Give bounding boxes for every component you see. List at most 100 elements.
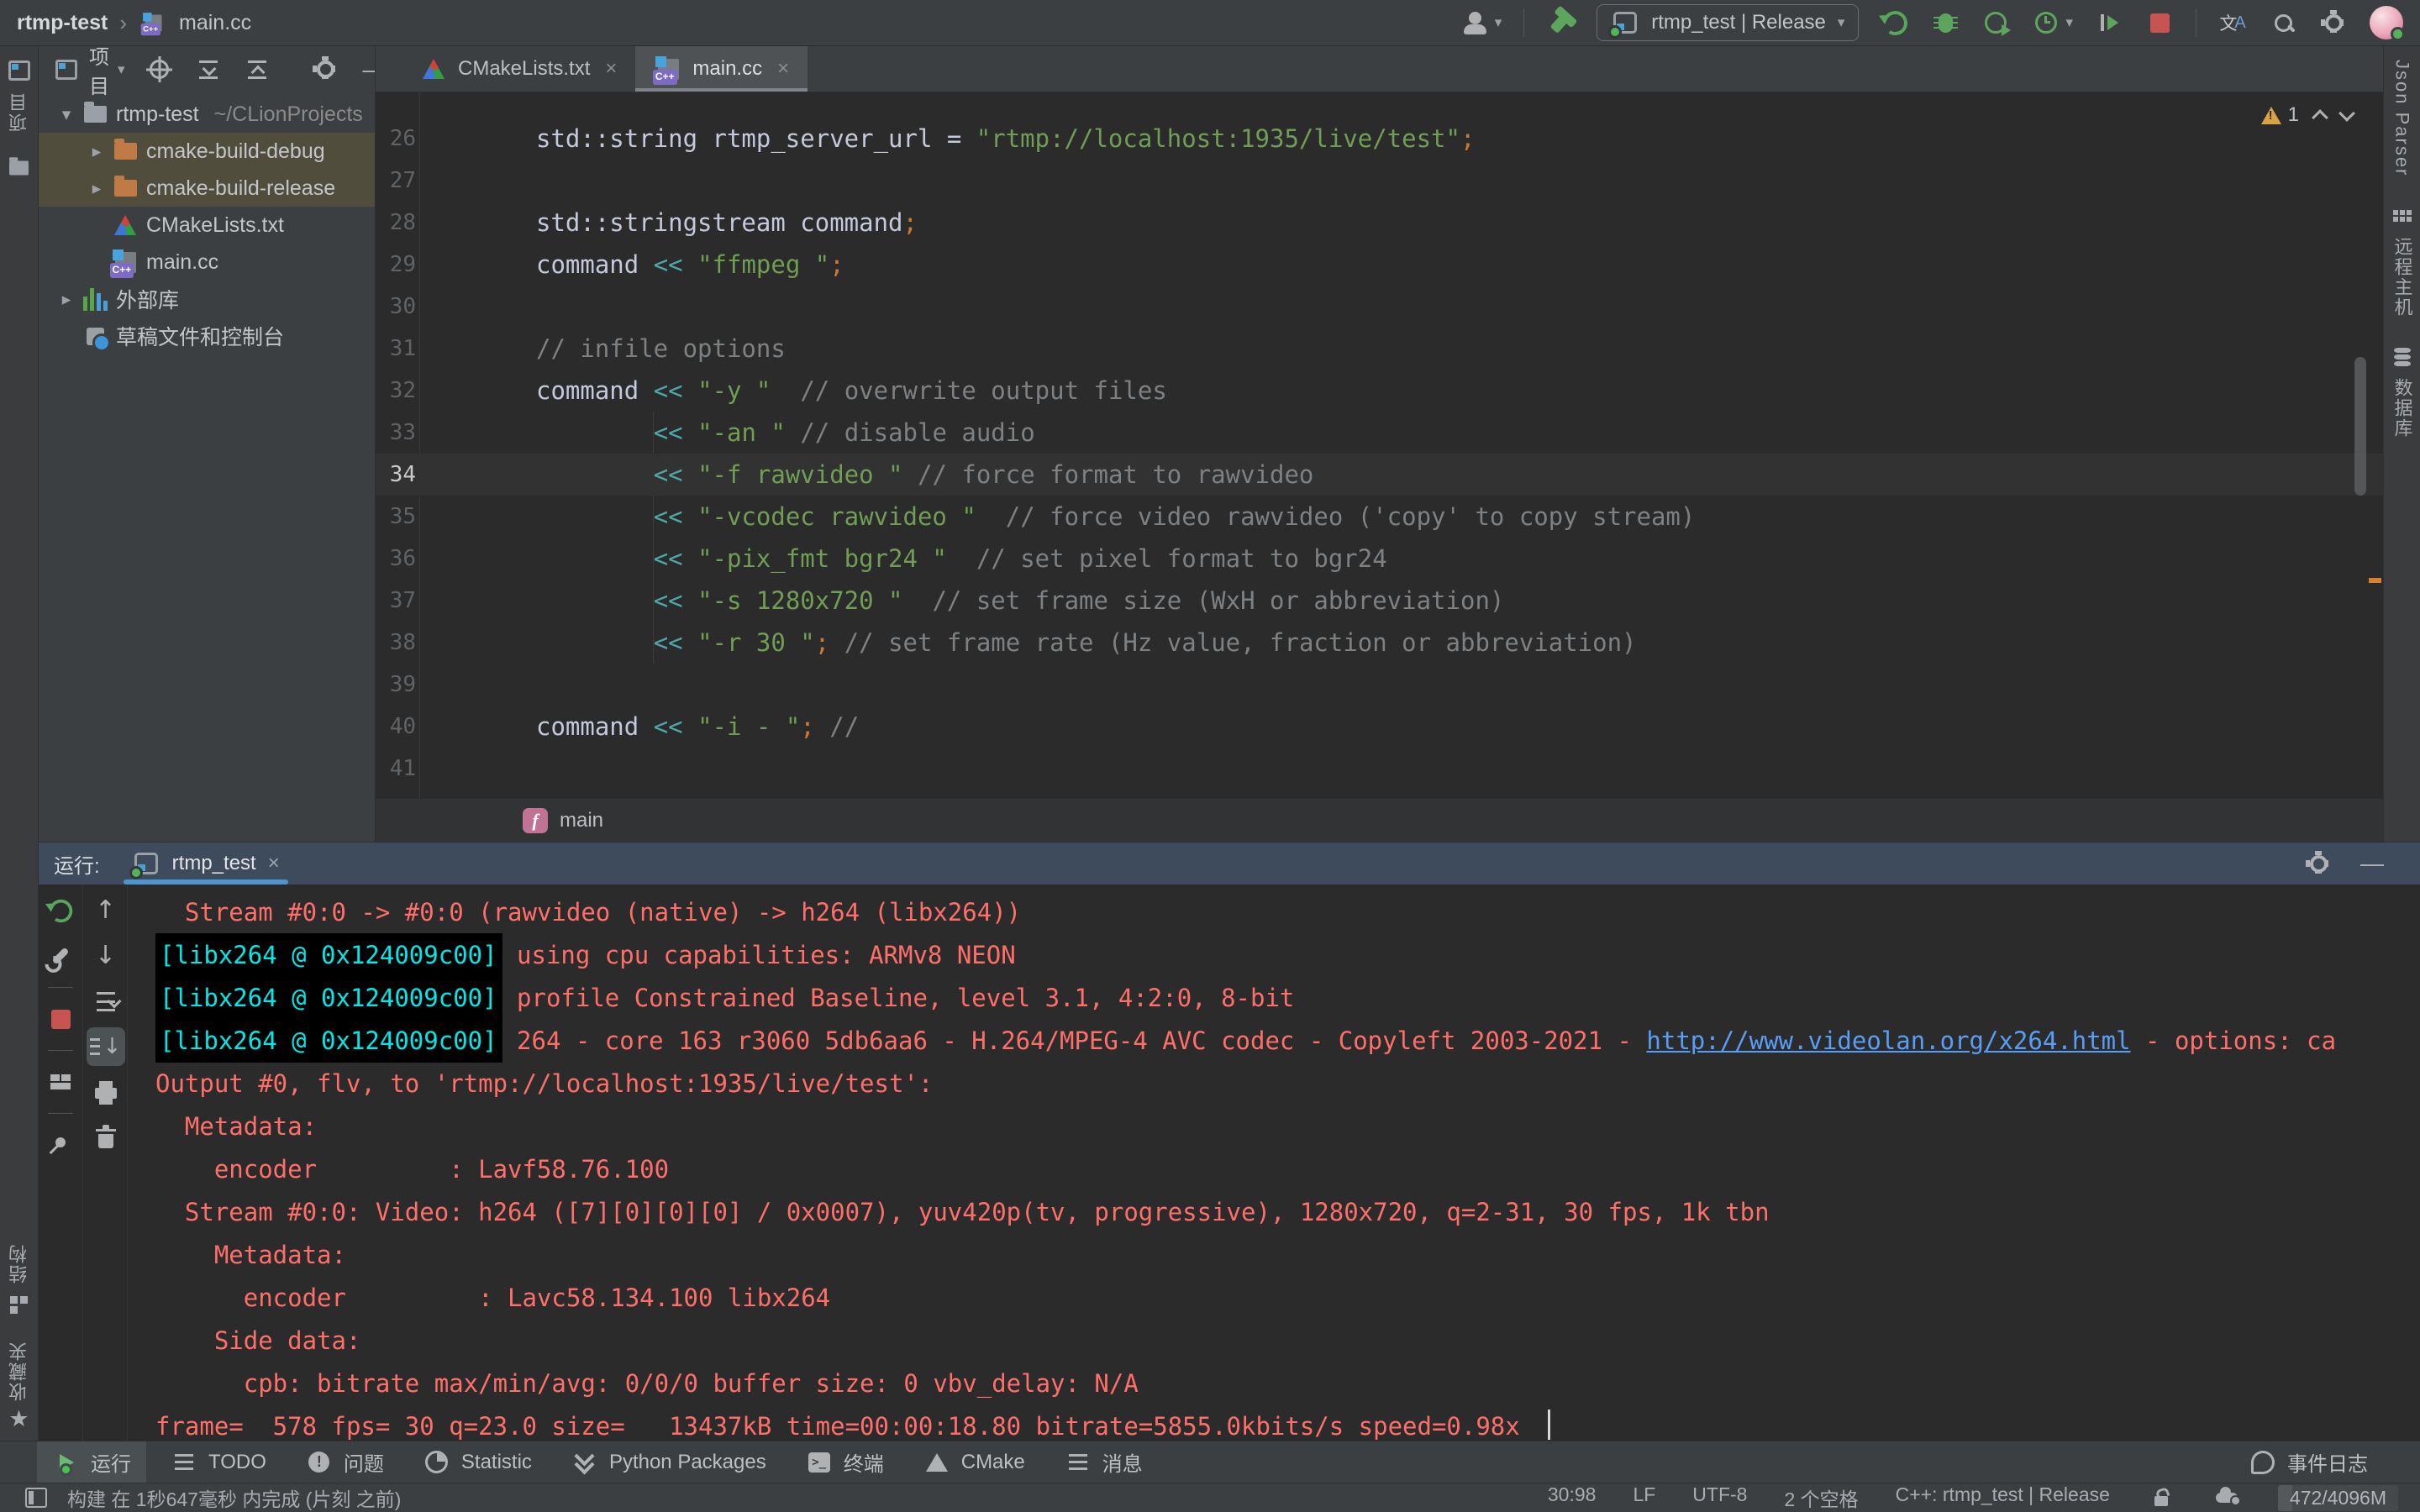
code-line[interactable]: 38 << "-r 30 "; // set frame rate (Hz va… [376, 622, 2383, 664]
console-output[interactable]: Stream #0:0 -> #0:0 (rawvideo (native) -… [128, 885, 2420, 1441]
status-item[interactable]: LF [1633, 1483, 1655, 1512]
tool-strip-commit[interactable] [5, 154, 34, 182]
tree-item[interactable]: ▸外部库 [39, 281, 375, 318]
code-line[interactable]: 36 << "-pix_fmt bgr24 " // set pixel for… [376, 538, 2383, 580]
code-line[interactable]: 30 [376, 286, 2383, 328]
code-line[interactable]: 34 << "-f rawvideo " // force format to … [376, 454, 2383, 496]
collapse-all-button[interactable] [243, 55, 271, 84]
code-line[interactable]: 27 [376, 160, 2383, 202]
status-item[interactable]: UTF-8 [1692, 1483, 1747, 1512]
search-everywhere-button[interactable] [2269, 8, 2297, 37]
code-line[interactable]: 41 [376, 748, 2383, 790]
toolwindow-button[interactable]: 事件日志 [2233, 1441, 2383, 1483]
code-line[interactable]: 35 << "-vcodec rawvideo " // force video… [376, 496, 2383, 538]
toolwindow-button[interactable]: CMake [908, 1441, 1040, 1483]
tool-strip-database[interactable]: 数据库 [2388, 343, 2417, 438]
close-icon[interactable]: × [777, 57, 789, 81]
close-icon[interactable]: × [605, 57, 617, 81]
code-line[interactable]: 31// infile options [376, 328, 2383, 370]
attach-to-process-button[interactable] [2095, 8, 2123, 37]
expand-all-button[interactable] [194, 55, 223, 84]
close-icon[interactable]: × [268, 852, 280, 875]
run-button[interactable] [1881, 8, 1909, 37]
editor-tab[interactable]: CMakeLists.txt× [401, 46, 635, 92]
clear-console-button[interactable] [92, 1123, 120, 1152]
scroll-to-end-button[interactable]: ↓ [87, 1027, 125, 1066]
toolwindow-button[interactable]: !问题 [290, 1441, 399, 1483]
chevron-down-icon[interactable]: ▾ [52, 104, 81, 125]
code-line[interactable]: 32command << "-y " // overwrite output f… [376, 370, 2383, 412]
status-item[interactable]: C++: rtmp_test | Release [1896, 1483, 2110, 1512]
tool-strip-json-parser[interactable]: Json Parser [2391, 60, 2413, 176]
tree-item[interactable]: CMakeLists.txt [39, 207, 375, 244]
restore-layout-button[interactable] [46, 1068, 75, 1096]
tool-strip-remote-host[interactable]: 远程主机 [2388, 202, 2417, 318]
tree-item[interactable]: C++main.cc [39, 244, 375, 281]
toolwindow-button-label: 问题 [344, 1447, 384, 1477]
console-link[interactable]: http://www.videolan.org/x264.html [1646, 1026, 2130, 1055]
unlock-icon[interactable] [2147, 1483, 2175, 1512]
build-button[interactable] [1546, 8, 1575, 37]
toolwindow-button[interactable]: 运行 [37, 1441, 146, 1483]
run-panel-settings-button[interactable] [2304, 849, 2333, 878]
status-item[interactable]: 2 个空格 [1784, 1483, 1858, 1512]
chevron-right-icon[interactable]: ▸ [52, 289, 81, 310]
tool-strip-structure[interactable]: 结构 [5, 1243, 34, 1319]
run-configuration-select[interactable]: rtmp_test | Release ▾ [1597, 4, 1859, 41]
warning-stripe-mark[interactable] [2369, 578, 2381, 583]
edit-configuration-button[interactable] [46, 942, 75, 970]
project-view-selector[interactable]: 项目 ▾ [52, 46, 125, 99]
print-button[interactable] [92, 1078, 120, 1106]
down-stacktrace-button[interactable]: ↓ [92, 942, 120, 970]
editor-tab[interactable]: C++main.cc× [635, 46, 808, 92]
toolwindow-button[interactable]: TODO [155, 1441, 281, 1483]
memory-indicator[interactable]: 472/4096M [2278, 1485, 2398, 1511]
breadcrumb-function[interactable]: main [560, 809, 603, 832]
code-line[interactable]: 37 << "-s 1280x720 " // set frame size (… [376, 580, 2383, 622]
pin-tab-button[interactable] [46, 1131, 75, 1159]
status-item[interactable]: 30:98 [1548, 1483, 1597, 1512]
code-line[interactable]: 29command << "ffmpeg "; [376, 244, 2383, 286]
editor-scrollbar[interactable] [2354, 357, 2366, 496]
run-tab[interactable]: rtmp_test × [117, 843, 295, 885]
panel-settings-button[interactable] [312, 55, 340, 84]
tool-strip-favorites-label: 收藏夹 [6, 1341, 33, 1401]
user-account-button[interactable]: ▾ [1461, 8, 1502, 37]
tree-item[interactable]: ▸cmake-build-debug [39, 133, 375, 170]
settings-button[interactable] [2319, 8, 2348, 37]
tree-item[interactable]: 草稿文件和控制台 [39, 318, 375, 354]
run-with-coverage-button[interactable]: ▾ [2032, 8, 2073, 37]
stop-button[interactable] [2145, 8, 2174, 37]
locate-file-button[interactable] [145, 55, 174, 84]
code-line[interactable]: 26std::string rtmp_server_url = "rtmp://… [376, 118, 2383, 160]
cloud-sync-icon[interactable] [2212, 1483, 2241, 1512]
rerun-button[interactable] [46, 896, 75, 925]
console-line: Stream #0:0 -> #0:0 (rawvideo (native) -… [155, 891, 2420, 934]
tool-strip-project[interactable]: 项目 [5, 56, 34, 132]
profile-button[interactable] [1981, 8, 2010, 37]
soft-wrap-button[interactable] [92, 987, 120, 1016]
debug-button[interactable] [1931, 8, 1960, 37]
tree-item[interactable]: ▾rtmp-test~/CLionProjects [39, 96, 375, 133]
hide-panel-button[interactable]: — [360, 55, 376, 84]
tree-item[interactable]: ▸cmake-build-release [39, 170, 375, 207]
code-line[interactable]: 39 [376, 664, 2383, 706]
cmake-icon [419, 55, 448, 83]
code-editor[interactable]: 26std::string rtmp_server_url = "rtmp://… [376, 92, 2383, 798]
translate-button[interactable]: 文A [2218, 8, 2247, 37]
up-stacktrace-button[interactable]: ↑ [92, 896, 120, 925]
toolwindow-button[interactable]: >_终端 [790, 1441, 899, 1483]
minimize-panel-button[interactable]: — [2358, 849, 2386, 878]
chevron-right-icon[interactable]: ▸ [82, 178, 111, 199]
toolwindow-button[interactable]: Python Packages [555, 1441, 781, 1483]
toolwindow-toggle-icon[interactable] [22, 1483, 50, 1512]
stop-process-button[interactable] [46, 1005, 75, 1033]
code-line[interactable]: 40command << "-i - "; // [376, 706, 2383, 748]
avatar-button[interactable] [2370, 6, 2403, 39]
toolwindow-button[interactable]: Statistic [408, 1441, 547, 1483]
code-line[interactable]: 33 << "-an " // disable audio [376, 412, 2383, 454]
chevron-right-icon[interactable]: ▸ [82, 141, 111, 162]
code-line[interactable]: 28std::stringstream command; [376, 202, 2383, 244]
tool-strip-favorites[interactable]: 收藏夹 ★ [6, 1341, 33, 1431]
toolwindow-button[interactable]: 消息 [1049, 1441, 1158, 1483]
